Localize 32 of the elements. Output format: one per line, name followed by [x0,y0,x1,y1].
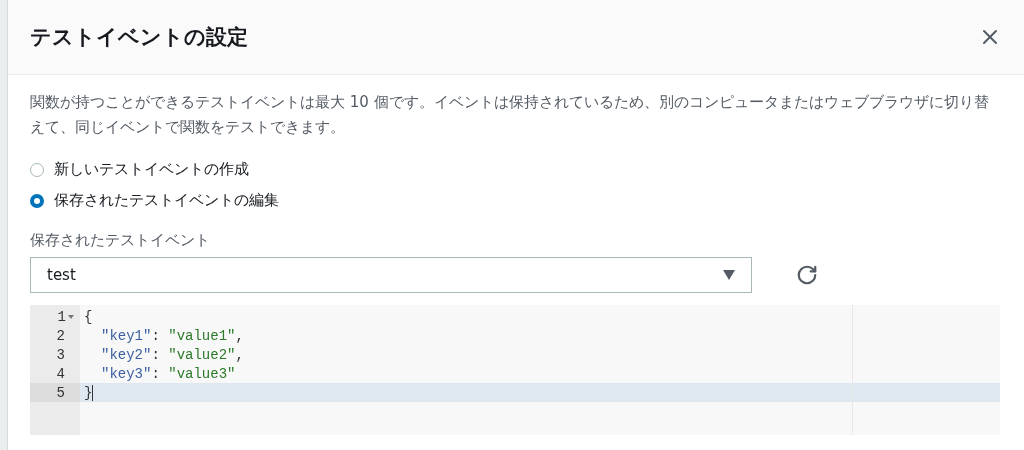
refresh-button[interactable] [796,264,818,286]
dialog-title: テストイベントの設定 [30,24,248,51]
event-select[interactable]: test [30,257,752,293]
line-number: 4 [56,365,65,382]
code-punctuation: : [151,327,161,344]
radio-button[interactable] [30,162,44,177]
text-cursor [92,384,94,401]
code-string: "value1" [168,327,236,344]
code-punctuation: } [84,384,93,401]
code-punctuation: , [235,327,244,344]
code-string: "value3" [168,365,236,382]
fold-caret-icon[interactable] [68,313,74,320]
code-punctuation: , [235,346,244,363]
field-label: 保存されたテストイベント [30,231,211,251]
code-punctuation: : [151,365,161,382]
line-number: 5 [56,384,65,401]
code-string: "value2" [168,346,236,363]
line-number: 3 [56,346,65,363]
code-key: "key3" [101,365,152,382]
code-key: "key2" [101,346,152,363]
radio-label[interactable]: 保存されたテストイベントの編集 [54,191,279,210]
code-editor[interactable]: 1 2 3 4 5 { "key1": "value1", "key2": "value2", "key3": "value3" } [30,305,1000,435]
code-punctuation: { [84,308,93,325]
dropdown-caret-icon [723,270,735,280]
description-text: 関数が持つことができるテストイベントは最大 10 個です。イベントは保持されているため、別のコンピュータまたはウェブブラウザに切り替えて、同じイベントで関数をテストできます。 [30,92,990,138]
line-number: 2 [56,327,65,344]
radio-label[interactable]: 新しいテストイベントの作成 [54,160,249,179]
code-key: "key1" [101,327,152,344]
line-number: 1 [57,308,66,325]
code-punctuation: : [151,346,161,363]
refresh-icon [796,264,818,286]
radio-button[interactable] [30,193,44,208]
